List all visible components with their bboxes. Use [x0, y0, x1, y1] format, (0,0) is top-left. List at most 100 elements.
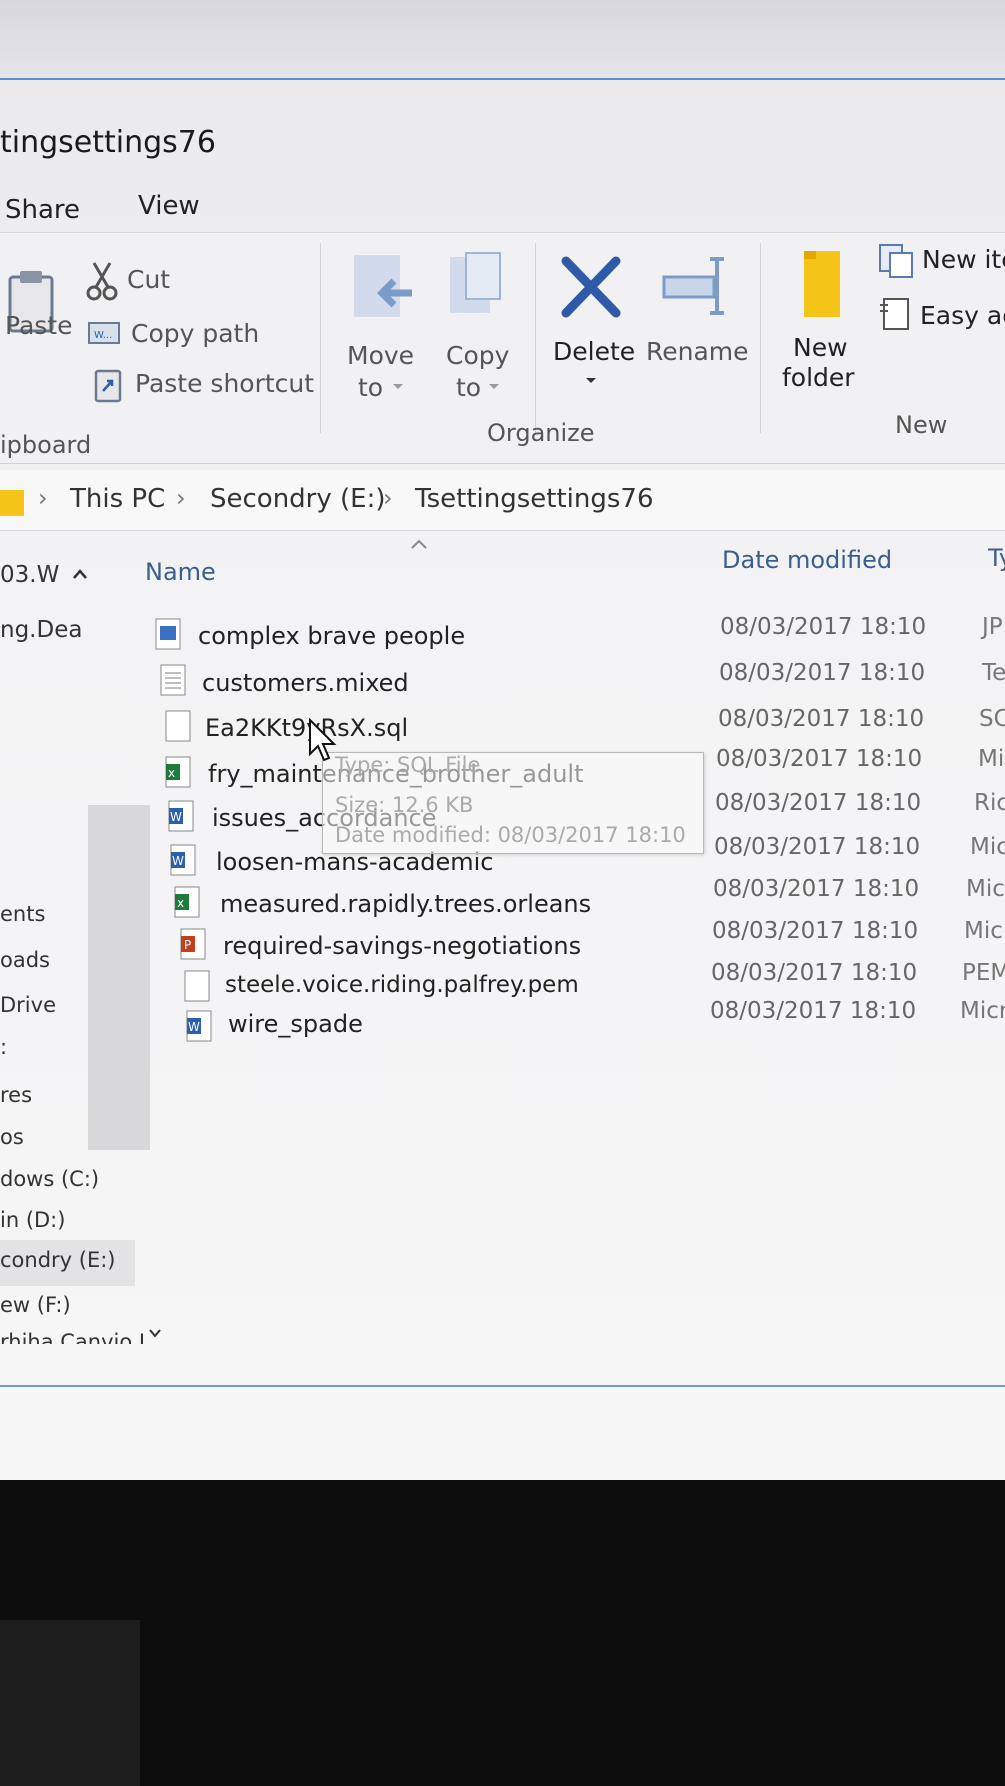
copy-path-icon: W... — [88, 322, 120, 344]
nav-item[interactable]: res — [0, 1083, 32, 1107]
file-row[interactable]: complex brave people 08/03/2017 18:10 JP — [0, 614, 1005, 654]
excel-file-icon: x — [165, 756, 191, 788]
ribbon-separator — [535, 243, 536, 433]
ribbon-separator — [760, 243, 761, 433]
breadcrumb-drive[interactable]: Secondry (E:) — [210, 484, 386, 514]
mouse-cursor-icon — [309, 718, 337, 762]
delete-x-icon — [561, 256, 621, 318]
file-date: 08/03/2017 18:10 — [712, 918, 919, 944]
word-file-icon: W — [168, 800, 194, 832]
breadcrumb-folder[interactable]: Tsettingsettings76 — [415, 484, 653, 514]
file-type: PEM — [962, 960, 1005, 986]
word-file-icon: W — [186, 1010, 212, 1042]
file-name: Ea2KKt9yRsX.sql — [205, 714, 409, 742]
file-name: complex brave people — [198, 622, 466, 650]
status-border — [0, 1385, 1005, 1387]
tab-share[interactable]: Share — [5, 195, 80, 225]
screen: tingsettings76 Share View Paste Cut W...… — [0, 0, 1005, 1480]
svg-text:W: W — [170, 810, 182, 824]
file-row[interactable]: customers.mixed 08/03/2017 18:10 Te — [0, 660, 1005, 700]
tab-view[interactable]: View — [138, 191, 200, 221]
rename-icon — [662, 257, 724, 315]
folder-icon — [0, 490, 24, 516]
file-type: Mic — [970, 834, 1005, 860]
new-item-icon — [879, 244, 913, 278]
monitor-bezel — [0, 1480, 1005, 1786]
breadcrumb-chevron-icon: › — [176, 484, 186, 512]
new-folder-label: New — [793, 333, 848, 362]
breadcrumb-chevron-icon: › — [38, 484, 48, 512]
desktop-top-strip — [0, 0, 1005, 80]
new-folder-label-line2: folder — [782, 363, 855, 392]
paste-shortcut-label: Paste shortcut — [135, 369, 315, 398]
svg-text:x: x — [177, 896, 184, 910]
svg-text:W: W — [172, 854, 184, 868]
file-name: customers.mixed — [202, 669, 409, 697]
nav-item[interactable]: rhiha Canvio I — [0, 1330, 145, 1344]
copy-to-label-line2: to — [456, 373, 482, 402]
window-top-border — [0, 78, 1005, 80]
svg-text:x: x — [168, 766, 175, 780]
blank-file-icon — [184, 970, 210, 1002]
nav-item-top[interactable]: 03.W — [0, 562, 59, 588]
svg-text:W: W — [188, 1020, 200, 1034]
file-date: 08/03/2017 18:10 — [711, 960, 918, 986]
svg-text:W...: W... — [94, 330, 112, 341]
ribbon: Paste Cut W... Copy path Paste shortcut — [0, 232, 1005, 464]
column-header-date[interactable]: Date modified — [722, 546, 892, 574]
copy-path-label: Copy path — [131, 319, 260, 348]
new-item-label: New ite — [922, 245, 1005, 274]
nav-item[interactable]: dows (C:) — [0, 1167, 99, 1191]
file-type: Mic — [964, 918, 1003, 944]
nav-item-selected[interactable]: condry (E:) — [0, 1240, 135, 1286]
nav-item[interactable]: os — [0, 1125, 24, 1149]
powerpoint-file-icon: P — [180, 928, 206, 960]
file-row[interactable]: x measured.rapidly.trees.orleans 08/03/2… — [0, 876, 1005, 922]
file-date: 08/03/2017 18:10 — [713, 876, 920, 902]
column-header-type[interactable]: Ty — [988, 544, 1005, 572]
file-row[interactable]: Ea2KKt9yRsX.sql 08/03/2017 18:10 SC — [0, 706, 1005, 746]
file-type: Ric — [974, 790, 1005, 816]
ribbon-separator — [320, 243, 321, 433]
file-name: wire_spade — [228, 1010, 363, 1038]
nav-item[interactable]: in (D:) — [0, 1208, 65, 1232]
file-type: Te — [982, 660, 1005, 686]
file-row[interactable]: P required-savings-negotiations 08/03/20… — [0, 918, 1005, 964]
move-to-label: Move — [347, 341, 415, 370]
cut-label: Cut — [127, 265, 171, 294]
scissors-icon — [86, 262, 118, 301]
svg-text:P: P — [184, 938, 191, 952]
file-date: 08/03/2017 18:10 — [714, 834, 921, 860]
chevron-down-icon[interactable] — [148, 1328, 162, 1338]
chevron-up-icon[interactable] — [72, 568, 88, 580]
column-header-name[interactable]: Name — [145, 558, 216, 586]
paste-shortcut-icon — [94, 369, 122, 403]
file-name: required-savings-negotiations — [223, 932, 582, 960]
copy-to-label: Copy — [446, 341, 510, 370]
text-file-icon — [160, 664, 186, 696]
sort-up-icon — [411, 539, 427, 549]
file-name: measured.rapidly.trees.orleans — [220, 890, 592, 918]
window-title: tingsettings76 — [0, 125, 216, 160]
file-date: 08/03/2017 18:10 — [718, 706, 925, 732]
file-date: 08/03/2017 18:10 — [720, 614, 927, 640]
breadcrumb-chevron-icon: › — [383, 484, 393, 512]
organize-group-label: Organize — [487, 419, 595, 447]
file-row[interactable]: W wire_spade 08/03/2017 18:10 Micr — [0, 998, 1005, 1046]
file-name: steele.voice.riding.palfrey.pem — [225, 972, 579, 998]
chevron-down-icon — [489, 384, 499, 389]
monitor-bezel-shadow — [0, 1620, 140, 1786]
folder-icon — [804, 251, 840, 317]
new-group-label: New — [895, 411, 948, 439]
address-bar[interactable]: › This PC › Secondry (E:) › Tsettingsett… — [0, 470, 1005, 531]
tooltip-type: Type: SQL File — [335, 753, 481, 777]
file-type: SC — [979, 706, 1005, 732]
breadcrumb-this-pc[interactable]: This PC — [70, 484, 165, 514]
chevron-down-icon — [586, 378, 596, 383]
nav-item[interactable]: ew (F:) — [0, 1293, 71, 1317]
delete-label: Delete — [553, 337, 636, 366]
word-file-icon: W — [170, 844, 196, 876]
file-date: 08/03/2017 18:10 — [716, 746, 923, 772]
image-file-icon — [155, 618, 181, 650]
file-type: Micr — [960, 998, 1005, 1024]
